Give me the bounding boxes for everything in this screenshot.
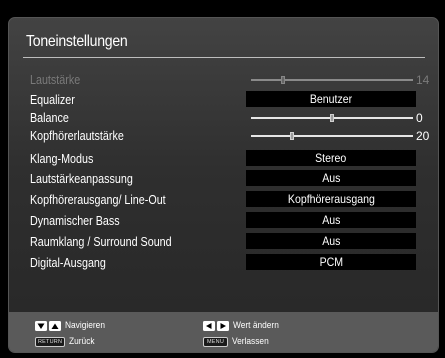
up-down-keys-icon — [35, 321, 61, 331]
hint-back: RETURN Zurück — [35, 336, 98, 348]
menu-row-label: Balance — [30, 111, 69, 125]
menu-row-kopfhoererlautstaerke[interactable]: Kopfhörerlautstärke 20 — [0, 127, 445, 145]
headphone-volume-slider[interactable] — [251, 132, 413, 140]
option-value-box[interactable]: Aus — [246, 170, 416, 186]
return-key-icon: RETURN — [35, 337, 66, 347]
menu-row-lautstaerke[interactable]: Lautstärke 14 — [0, 71, 445, 89]
slider-knob[interactable] — [281, 76, 285, 84]
hint-back-label: Zurück — [69, 336, 95, 347]
slider-value: 0 — [416, 111, 423, 125]
option-value-box[interactable]: Kopfhörerausgang — [246, 191, 416, 207]
option-value-box[interactable]: Stereo — [246, 150, 416, 166]
menu-row-label: Klang-Modus — [30, 152, 94, 166]
menu-row-balance[interactable]: Balance 0 — [0, 109, 445, 127]
option-value: Aus — [321, 171, 341, 185]
tv-screen: Toneinstellungen Lautstärke 14 Equalizer… — [0, 0, 445, 358]
hint-change: Wert ändern — [203, 320, 285, 332]
hint-navigate: Navigieren — [35, 320, 110, 332]
slider-value: 14 — [416, 73, 430, 87]
menu-row-dynamischer-bass[interactable]: Dynamischer Bass Aus — [0, 212, 445, 230]
option-value-box[interactable]: Benutzer — [246, 91, 416, 107]
option-value: Benutzer — [309, 92, 353, 106]
menu-row-label: Lautstärkeanpassung — [30, 172, 133, 186]
menu-row-lautstaerkeanpassung[interactable]: Lautstärkeanpassung Aus — [0, 170, 445, 188]
option-value-box[interactable]: Aus — [246, 233, 416, 249]
left-right-keys-icon — [203, 321, 229, 331]
menu-row-label: Kopfhörerausgang/ Line-Out — [30, 193, 166, 207]
hint-navigate-label: Navigieren — [65, 320, 105, 331]
menu-row-equalizer[interactable]: Equalizer Benutzer — [0, 91, 445, 109]
balance-slider[interactable] — [251, 114, 413, 122]
menu-row-label: Equalizer — [30, 93, 75, 107]
option-value: Aus — [321, 234, 341, 248]
menu-row-label: Digital-Ausgang — [30, 256, 106, 270]
volume-slider[interactable] — [251, 76, 413, 84]
menu-key-icon: MENU — [203, 337, 228, 347]
slider-knob[interactable] — [290, 132, 294, 140]
title-divider — [23, 57, 425, 58]
menu-row-raumklang[interactable]: Raumklang / Surround Sound Aus — [0, 233, 445, 251]
menu-row-kopfhoererausgang[interactable]: Kopfhörerausgang/ Line-Out Kopfhörerausg… — [0, 191, 445, 209]
slider-value: 20 — [416, 129, 430, 143]
hint-exit-label: Verlassen — [232, 336, 269, 347]
page-title: Toneinstellungen — [26, 33, 128, 50]
option-value: Kopfhörerausgang — [287, 192, 375, 206]
menu-row-label: Raumklang / Surround Sound — [30, 235, 172, 249]
hint-exit: MENU Verlassen — [203, 336, 274, 348]
hint-change-label: Wert ändern — [233, 320, 279, 331]
option-value-box[interactable]: Aus — [246, 212, 416, 228]
menu-row-digital-ausgang[interactable]: Digital-Ausgang PCM — [0, 254, 445, 272]
option-value: PCM — [319, 255, 343, 269]
menu-row-klang-modus[interactable]: Klang-Modus Stereo — [0, 150, 445, 168]
menu-row-label: Kopfhörerlautstärke — [30, 129, 124, 143]
option-value: Stereo — [315, 151, 347, 165]
menu-row-label: Dynamischer Bass — [30, 214, 120, 228]
option-value: Aus — [321, 213, 341, 227]
slider-knob[interactable] — [330, 114, 334, 122]
menu-row-label: Lautstärke — [30, 73, 81, 87]
option-value-box[interactable]: PCM — [246, 254, 416, 270]
